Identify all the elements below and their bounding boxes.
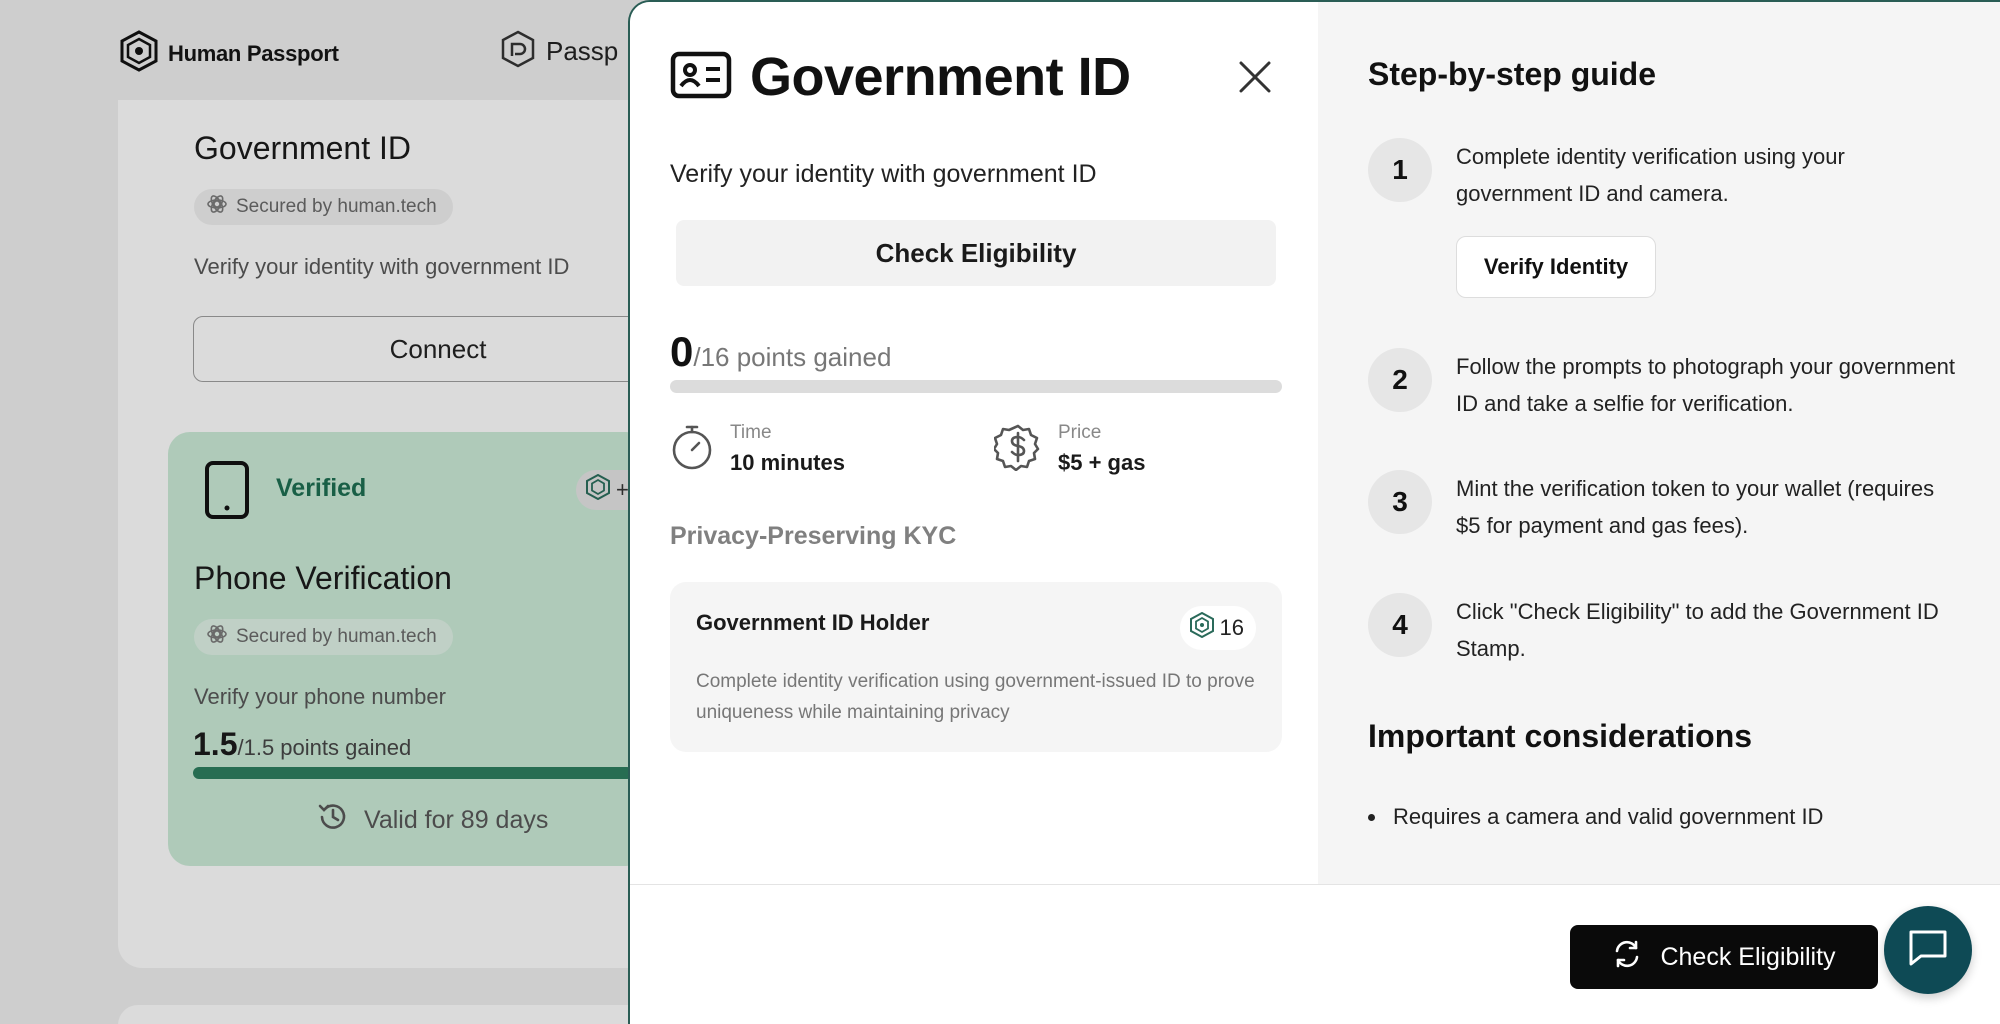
chat-support-button[interactable] — [1884, 906, 1972, 994]
consideration-text: Requires a camera and valid government I… — [1393, 804, 1824, 829]
modal-main-column: Government ID Verify your identity with … — [630, 2, 1318, 884]
considerations-title: Important considerations — [1368, 718, 1753, 754]
guide-title: Step-by-step guide — [1368, 56, 1657, 92]
step-number: 3 — [1368, 470, 1432, 534]
government-id-holder-card: Government ID Holder 16 Complete identit… — [670, 582, 1282, 752]
holder-description: Complete identity verification using gov… — [696, 671, 1255, 723]
dollar-badge-icon — [992, 423, 1042, 476]
close-icon — [1238, 60, 1272, 99]
time-label: Time — [730, 422, 772, 443]
points-suffix: /16 points gained — [693, 342, 892, 372]
bullet-icon — [1368, 813, 1375, 821]
step-text: Follow the prompts to photograph your go… — [1456, 354, 1955, 416]
check-eligibility-button[interactable]: Check Eligibility — [1570, 925, 1878, 989]
step-text: Complete identity verification using you… — [1456, 144, 1845, 206]
close-button[interactable] — [1230, 54, 1280, 104]
modal-title: Government ID — [750, 47, 1131, 107]
modal-header: Government ID — [670, 46, 1131, 108]
kyc-section-title: Privacy-Preserving KYC — [670, 522, 957, 550]
modal-subtitle: Verify your identity with government ID — [670, 160, 1097, 188]
points-progress-bar — [670, 380, 1282, 393]
guide-column: Step-by-step guide 1 Complete identity v… — [1318, 2, 2000, 884]
points-hex-icon — [1189, 611, 1214, 644]
modal-footer: Check Eligibility — [630, 884, 2000, 1024]
consideration-item: Requires a camera and valid government I… — [1368, 804, 1823, 830]
holder-points-badge: 16 — [1179, 606, 1256, 650]
holder-points: 16 — [1219, 615, 1244, 640]
check-eligibility-button-top[interactable]: Check Eligibility — [676, 220, 1276, 286]
time-meta: Time 10 minutes — [670, 422, 845, 476]
points-value: 0 — [670, 328, 694, 375]
price-value: $5 + gas — [1058, 450, 1146, 475]
time-value: 10 minutes — [730, 450, 845, 475]
verify-identity-button[interactable]: Verify Identity — [1456, 236, 1656, 298]
holder-title: Government ID Holder — [696, 610, 930, 635]
step-number: 2 — [1368, 348, 1432, 412]
price-meta: Price $5 + gas — [992, 422, 1146, 476]
step-text: Click "Check Eligibility" to add the Gov… — [1456, 599, 1939, 661]
points-gained: 0 /16 points gained — [670, 328, 891, 376]
check-eligibility-label: Check Eligibility — [1660, 942, 1836, 971]
id-card-icon — [670, 51, 732, 104]
chat-icon — [1907, 928, 1949, 973]
price-label: Price — [1058, 422, 1102, 443]
government-id-modal: Government ID Verify your identity with … — [628, 0, 2000, 1024]
refresh-icon — [1612, 939, 1642, 976]
step-number: 4 — [1368, 593, 1432, 657]
step-number: 1 — [1368, 138, 1432, 202]
step-text: Mint the verification token to your wall… — [1456, 476, 1935, 538]
stopwatch-icon — [670, 423, 714, 476]
